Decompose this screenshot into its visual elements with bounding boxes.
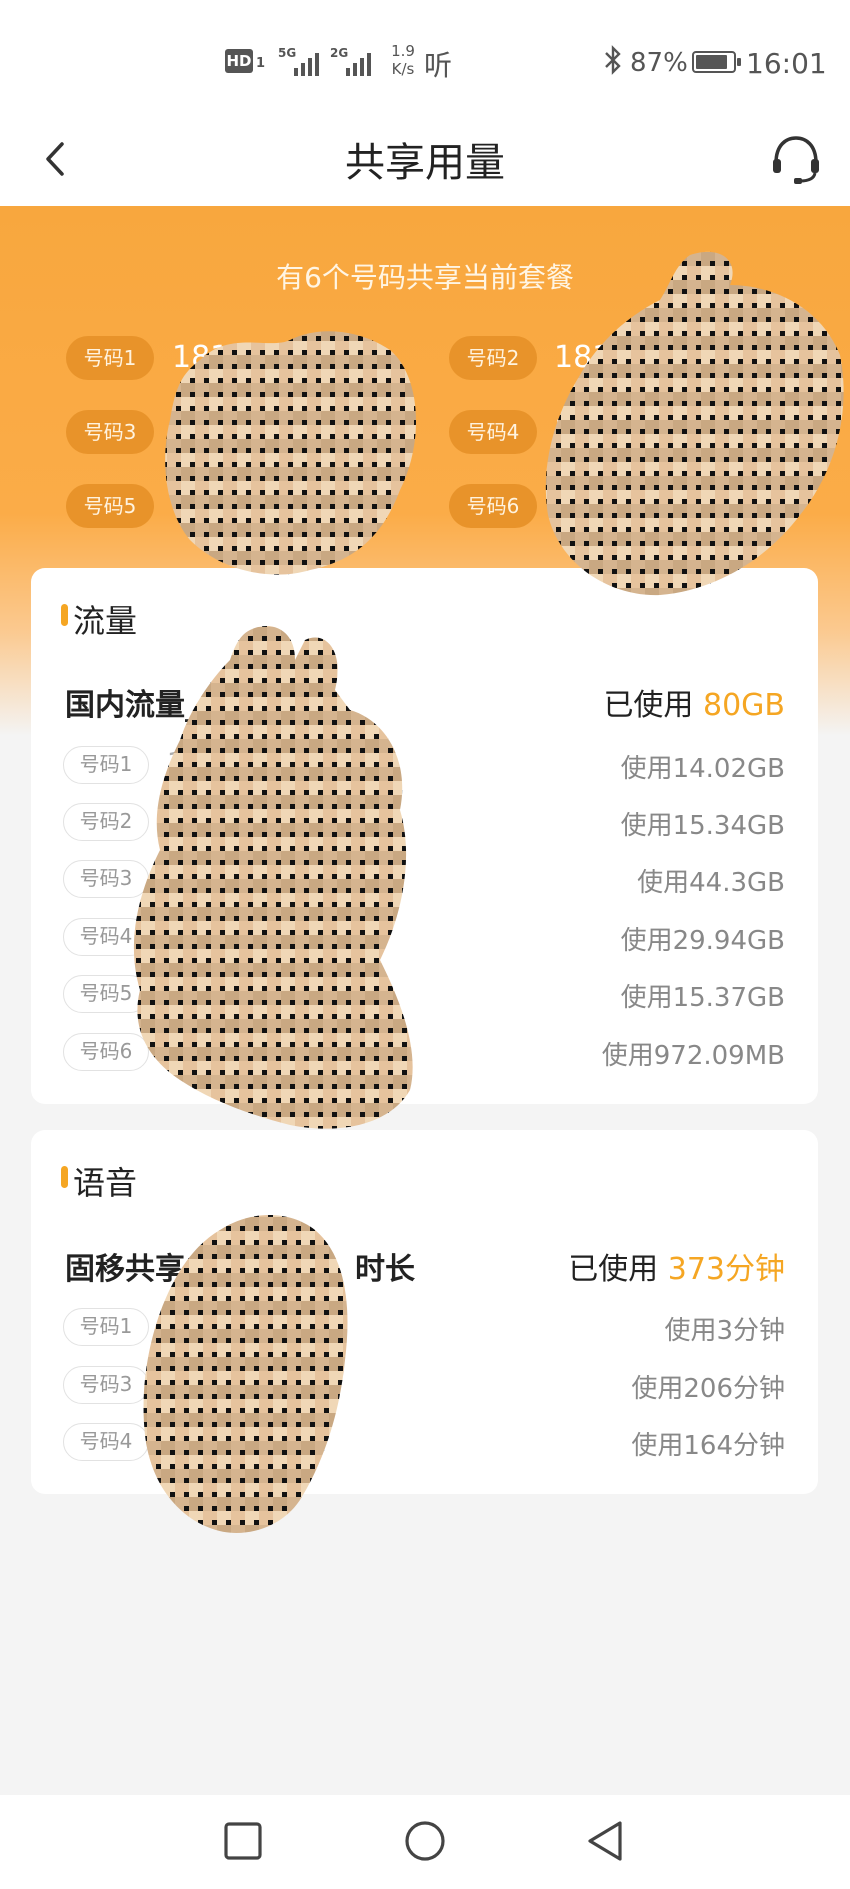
battery-percent: 87%: [630, 48, 688, 78]
member-usage: 使用15.37GB: [620, 983, 785, 1013]
redaction-mask: [143, 1215, 348, 1533]
signal-icon: 5G: [278, 46, 328, 76]
used-label: 已使用: [603, 688, 694, 723]
number-pill-6: 号码6: [449, 484, 537, 528]
voice-used-total: 已使用 373分钟: [568, 1244, 785, 1288]
hd-voice-icon: HD: [225, 49, 253, 73]
redaction-mask: [545, 251, 844, 596]
number-pill-4: 号码4: [449, 410, 537, 454]
customer-service-button[interactable]: [768, 130, 824, 186]
headset-icon: [773, 136, 819, 184]
number-pill-1: 号码1: [66, 336, 154, 380]
home-button[interactable]: [401, 1817, 449, 1865]
member-usage: 使用14.02GB: [620, 754, 785, 784]
member-usage: 使用164分钟: [631, 1431, 785, 1461]
app-header: 共享用量: [0, 110, 850, 206]
system-nav-bar: [0, 1795, 850, 1889]
member-usage: 使用44.3GB: [637, 868, 785, 898]
used-amount: 373分钟: [667, 1252, 785, 1287]
traffic-used-total: 已使用 80GB: [603, 680, 785, 724]
number-pill-5: 号码5: [66, 484, 154, 528]
clock: 16:01: [746, 47, 827, 80]
back-nav-button[interactable]: [582, 1817, 630, 1865]
hd-sim-label: 1: [256, 56, 266, 71]
member-usage: 使用972.09MB: [601, 1041, 785, 1071]
member-usage: 使用15.34GB: [620, 811, 785, 841]
speed-value: 1.9: [391, 42, 415, 60]
member-usage: 使用29.94GB: [620, 926, 785, 956]
voice-item-name-end: 时长: [355, 1252, 415, 1287]
signal-icon: 2G: [330, 46, 380, 76]
square-icon: [224, 1822, 262, 1860]
page-title: 共享用量: [345, 140, 505, 186]
circle-icon: [405, 1821, 445, 1861]
member-pill: 号码3: [63, 1366, 149, 1404]
status-bar: HD 1 5G 2G 1.9 K/s 听 87% 16:01: [0, 0, 850, 110]
section-accent-bar: [61, 1166, 68, 1188]
used-label: 已使用: [568, 1252, 659, 1287]
battery-icon: [692, 51, 741, 73]
recents-button[interactable]: [219, 1817, 267, 1865]
listen-icon: 听: [424, 49, 453, 82]
redaction-mask: [133, 625, 413, 1129]
network-speed: 1.9 K/s: [385, 42, 421, 78]
member-usage: 使用206分钟: [631, 1374, 785, 1404]
number-pill-3: 号码3: [66, 410, 154, 454]
member-pill: 号码1: [63, 1308, 149, 1346]
section-accent-bar: [61, 604, 68, 626]
triangle-back-icon: [588, 1821, 622, 1861]
voice-section-title: 语音: [73, 1164, 138, 1202]
speed-unit: K/s: [391, 60, 415, 78]
number-pill-2: 号码2: [449, 336, 537, 380]
used-amount: 80GB: [702, 688, 785, 723]
member-pill: 号码4: [63, 1423, 149, 1461]
bluetooth-icon: [603, 44, 623, 83]
redaction-mask: [165, 331, 417, 575]
member-usage: 使用3分钟: [664, 1316, 785, 1346]
